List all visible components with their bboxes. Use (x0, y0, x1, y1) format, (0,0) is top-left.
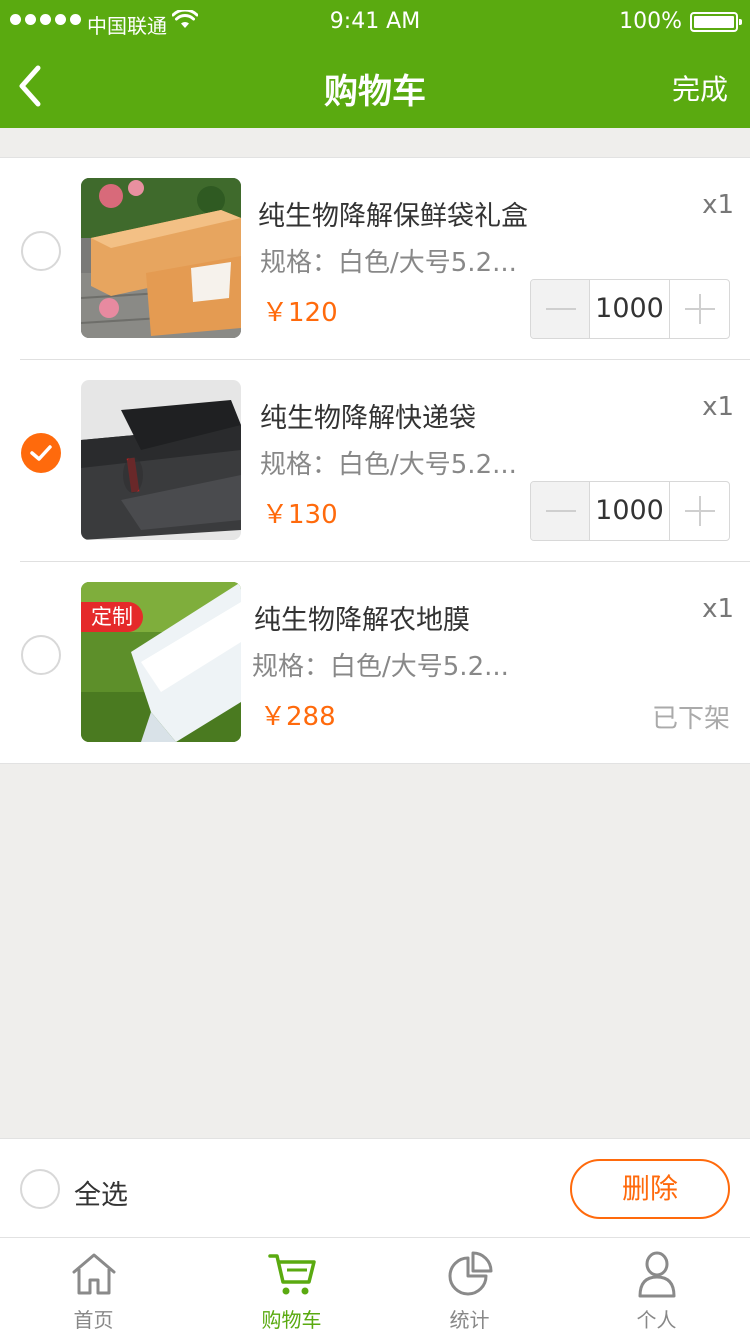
select-all-label[interactable]: 全选 (74, 1173, 128, 1212)
cart-item: 纯生物降解保鲜袋礼盒 规格：白色/大号5.2... ￥120 x1 1000 (0, 158, 750, 360)
product-image[interactable]: 定制 (81, 582, 241, 742)
tab-home[interactable]: 首页 (0, 1238, 187, 1334)
quantity-multiplier: x1 (702, 594, 734, 624)
cart-item: 定制 纯生物降解农地膜 规格：白色/大号5.2... ￥288 x1 已下架 (0, 562, 750, 764)
tab-bar: 首页 购物车 统计 个人 (0, 1238, 750, 1334)
product-price: ￥288 (260, 702, 336, 732)
product-spec: 规格：白色/大号5.2... (252, 652, 509, 682)
off-shelf-status: 已下架 (651, 704, 730, 734)
item-select-checkbox[interactable] (21, 231, 61, 271)
product-spec: 规格：白色/大号5.2... (260, 450, 517, 480)
product-name[interactable]: 纯生物降解农地膜 (254, 598, 470, 637)
checkmark-icon (30, 445, 52, 461)
quantity-multiplier: x1 (702, 190, 734, 220)
product-image[interactable] (81, 380, 241, 540)
item-select-checkbox[interactable] (21, 635, 61, 675)
battery-icon (690, 12, 742, 32)
product-price: ￥120 (262, 298, 338, 328)
quantity-stepper: 1000 (530, 279, 730, 339)
page-title: 购物车 (324, 72, 426, 112)
cart-list: 纯生物降解保鲜袋礼盒 规格：白色/大号5.2... ￥120 x1 1000 纯… (0, 157, 750, 764)
home-icon (72, 1253, 115, 1295)
tab-cart[interactable]: 购物车 (198, 1238, 385, 1334)
tab-label: 个人 (636, 1308, 677, 1332)
done-button[interactable]: 完成 (672, 68, 728, 108)
pie-chart-icon (448, 1251, 492, 1296)
select-all-checkbox[interactable] (20, 1169, 60, 1209)
product-price: ￥130 (262, 500, 338, 530)
product-image[interactable] (81, 178, 241, 338)
navigation-bar: 购物车 完成 (0, 44, 750, 128)
product-name[interactable]: 纯生物降解快递袋 (260, 396, 476, 435)
tab-label: 购物车 (261, 1308, 322, 1332)
product-name[interactable]: 纯生物降解保鲜袋礼盒 (258, 194, 528, 233)
increase-quantity-button[interactable] (670, 482, 729, 540)
quantity-stepper: 1000 (530, 481, 730, 541)
black-express-bag-product-photo (81, 380, 241, 540)
person-icon (638, 1251, 675, 1298)
decrease-quantity-button[interactable] (531, 482, 591, 540)
cart-action-bar: 全选 删除 (0, 1138, 750, 1238)
custom-tag-badge: 定制 (81, 602, 143, 632)
increase-quantity-button[interactable] (670, 280, 729, 338)
tab-statistics[interactable]: 统计 (376, 1238, 563, 1334)
quantity-multiplier: x1 (702, 392, 734, 422)
cart-item: 纯生物降解快递袋 规格：白色/大号5.2... ￥130 x1 1000 (0, 360, 750, 562)
tab-label: 统计 (449, 1308, 490, 1332)
item-select-checkbox[interactable] (21, 433, 61, 473)
cart-icon (267, 1254, 316, 1295)
battery-percentage: 100% (619, 9, 682, 34)
status-bar: 中国联通 9:41 AM 100% (0, 0, 750, 44)
delete-button[interactable]: 删除 (570, 1159, 730, 1219)
product-spec: 规格：白色/大号5.2... (260, 248, 517, 278)
quantity-value[interactable]: 1000 (590, 280, 670, 338)
tab-label: 首页 (73, 1308, 114, 1332)
gift-box-product-photo (81, 178, 241, 338)
quantity-value[interactable]: 1000 (590, 482, 670, 540)
tab-profile[interactable]: 个人 (563, 1238, 750, 1334)
decrease-quantity-button[interactable] (531, 280, 591, 338)
